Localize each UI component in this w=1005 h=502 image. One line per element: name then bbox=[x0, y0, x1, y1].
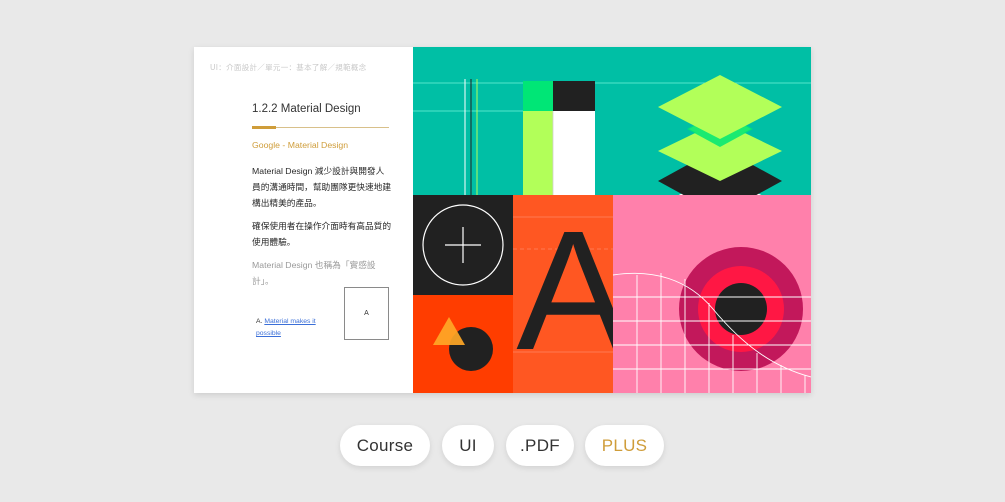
paragraph-intro: Material Design 減少設計與開發人員的溝通時間，幫助團隊更快速地建… bbox=[252, 166, 391, 208]
tag-bar: Course UI .PDF PLUS bbox=[0, 425, 1005, 467]
footnote-thumbnail: A bbox=[344, 287, 389, 340]
lime-block bbox=[523, 111, 553, 195]
paragraph-alias: Material Design 也稱為「實感設計」。 bbox=[252, 260, 376, 286]
tag-pdf-button[interactable]: .PDF bbox=[506, 425, 574, 466]
thumbnail-label: A bbox=[364, 310, 369, 317]
slide-subtitle: Google - Material Design bbox=[252, 140, 349, 150]
title-underline-accent bbox=[252, 126, 276, 129]
slide-title: 1.2.2 Material Design bbox=[252, 103, 361, 115]
target-inner bbox=[715, 283, 767, 335]
footnote-link[interactable]: Material makes it possible bbox=[256, 318, 316, 337]
tag-plus-button[interactable]: PLUS bbox=[585, 425, 664, 466]
slide-text-panel: UI：介面設計／單元一：基本了解／規範概念 1.2.2 Material Des… bbox=[194, 47, 413, 393]
material-design-artwork: A bbox=[413, 47, 811, 393]
tag-ui-button[interactable]: UI bbox=[442, 425, 494, 466]
breadcrumb: UI：介面設計／單元一：基本了解／規範概念 bbox=[210, 63, 367, 72]
footnote: A. Material makes it possible bbox=[256, 316, 328, 340]
slide-preview: UI：介面設計／單元一：基本了解／規範概念 1.2.2 Material Des… bbox=[194, 47, 811, 393]
black-block bbox=[553, 81, 595, 111]
footnote-marker: A. bbox=[256, 318, 263, 325]
paragraph-quality: 確保使用者在操作介面時有高品質的使用體驗。 bbox=[252, 221, 391, 247]
tag-course-button[interactable]: Course bbox=[340, 425, 430, 466]
white-block bbox=[553, 111, 595, 195]
green-block bbox=[523, 81, 553, 111]
